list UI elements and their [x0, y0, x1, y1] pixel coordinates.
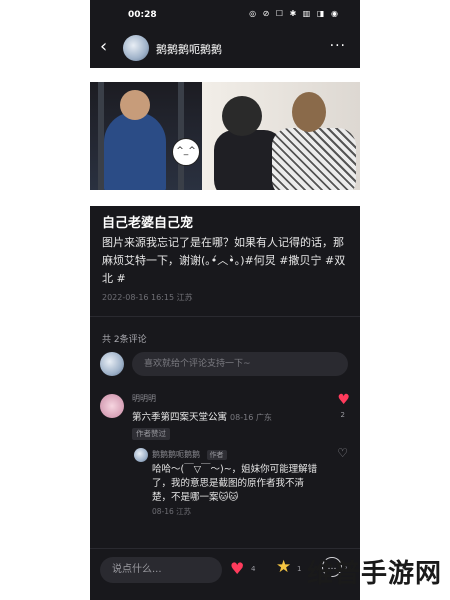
person-figure [272, 128, 356, 190]
star-count: 1 [297, 565, 302, 573]
author-avatar[interactable] [123, 35, 149, 61]
author-tag: 作者 [206, 450, 227, 460]
author-name[interactable]: 鹅鹅鹅呃鹅鹅 [156, 41, 222, 57]
person-head [120, 90, 150, 120]
my-avatar [100, 352, 124, 376]
status-time: 00:28 [128, 10, 157, 20]
comment-count: 共 2条评论 [102, 335, 147, 345]
post-header: ‹ 鹅鹅鹅呃鹅鹅 ··· [90, 30, 360, 68]
comment-body: 第六季第四案天堂公寓 [132, 412, 228, 423]
phone-screen: 00:28 ◎ ⊘ ☐ ✱ ▥ ◨ ◉ ‹ 鹅鹅鹅呃鹅鹅 ··· ^_^ 自己老… [90, 0, 360, 600]
site-watermark: 维普手游网 [306, 559, 442, 589]
image-left-panel [90, 82, 202, 190]
star-icon[interactable]: ★ [276, 557, 291, 577]
image-bottom-margin [90, 190, 360, 206]
post-image[interactable]: ^_^ [90, 82, 360, 190]
post-body: 图片来源我忘记了是在哪？如果有人记得的话，那麻烦艾特一下，谢谢(｡•́︿•̀｡)… [102, 236, 346, 285]
image-right-panel [202, 82, 360, 190]
cartoon-sticker: ^_^ [172, 138, 200, 166]
person-figure [104, 112, 166, 190]
status-icons: ◎ ⊘ ☐ ✱ ▥ ◨ ◉ [249, 9, 340, 18]
reply-author-name[interactable]: 鹅鹅鹅呃鹅鹅 [152, 450, 200, 459]
person-head [292, 92, 326, 132]
say-something-input[interactable]: 说点什么... [100, 557, 222, 583]
author-liked-badge: 作者赞过 [132, 428, 170, 440]
divider [90, 316, 360, 317]
commenter-avatar[interactable] [100, 394, 124, 418]
reply-avatar[interactable] [134, 448, 148, 462]
comment-like-count: 2 [340, 411, 345, 419]
reply-author: 鹅鹅鹅呃鹅鹅 作者 [152, 449, 227, 460]
post-title: 自己老婆自己宠 [102, 216, 194, 231]
image-top-margin [90, 68, 360, 82]
person-head [222, 96, 262, 136]
like-count: 4 [251, 565, 256, 573]
reply-meta: 08-16 江苏 [152, 507, 192, 516]
backdrop-bar [178, 82, 184, 190]
heart-outline-icon[interactable]: ♡ [337, 446, 348, 460]
reply-text: 哈哈～(￣▽￣～)~，姐妹你可能理解错了，我的意思是截图的原作者我不清楚，不是哪… [152, 464, 318, 503]
post-meta: 2022-08-16 16:15 江苏 [102, 293, 193, 302]
commenter-name[interactable]: 明明明 [132, 393, 156, 404]
more-options-icon[interactable]: ··· [330, 38, 346, 54]
status-bar: 00:28 ◎ ⊘ ☐ ✱ ▥ ◨ ◉ [90, 0, 360, 30]
comment-input[interactable]: 喜欢就给个评论支持一下~ [132, 352, 348, 376]
heart-icon[interactable]: ♥ [337, 392, 350, 408]
like-heart-icon[interactable]: ♥ [230, 559, 244, 578]
comment-meta: 08-16 广东 [230, 413, 272, 422]
back-icon[interactable]: ‹ [100, 36, 107, 57]
comment-text: 第六季第四案天堂公寓 08-16 广东 [132, 409, 272, 423]
